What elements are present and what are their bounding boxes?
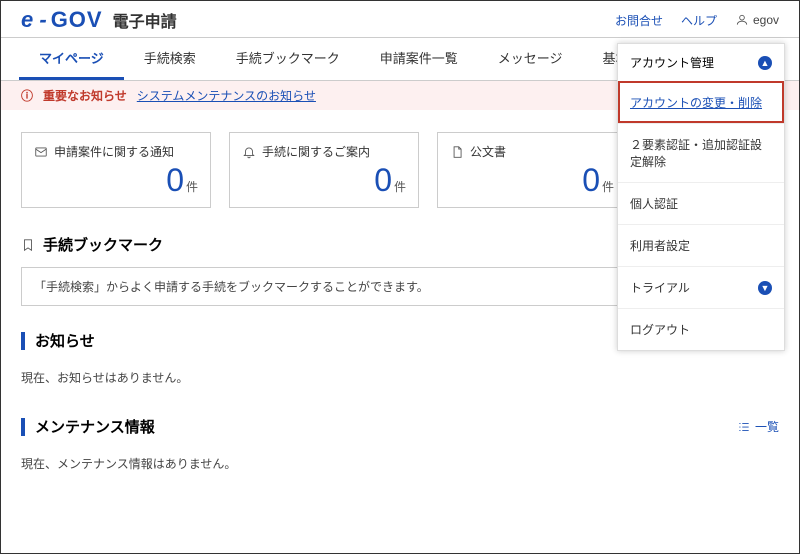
maint-list-link[interactable]: 一覧 <box>737 418 779 435</box>
card-proc-guide[interactable]: 手続に関するご案内 0件 <box>229 132 419 208</box>
document-icon <box>450 145 464 159</box>
menu-item-label: 利用者設定 <box>630 237 690 254</box>
tab-messages[interactable]: メッセージ <box>478 38 583 80</box>
logo-e: e - <box>21 7 47 33</box>
user-menu[interactable]: egov <box>735 13 779 27</box>
card-count: 0 <box>374 162 392 198</box>
card-count: 0 <box>582 162 600 198</box>
tab-mypage[interactable]: マイページ <box>19 38 124 80</box>
card-label: 手続に関するご案内 <box>262 143 370 160</box>
card-unit: 件 <box>186 180 198 194</box>
chevron-down-icon: ▼ <box>758 281 772 295</box>
card-unit: 件 <box>394 180 406 194</box>
bookmark-icon <box>21 238 35 252</box>
news-body: 現在、お知らせはありません。 <box>21 351 779 392</box>
menu-item-label: ログアウト <box>630 321 690 338</box>
maint-title: メンテナンス情報 <box>35 416 155 437</box>
card-official-docs[interactable]: 公文書 0件 <box>437 132 627 208</box>
notice-label: 重要なお知らせ <box>43 87 127 104</box>
user-icon <box>735 13 749 27</box>
card-count: 0 <box>166 162 184 198</box>
tab-apps[interactable]: 申請案件一覧 <box>360 38 478 80</box>
notice-link[interactable]: システムメンテナンスのお知らせ <box>137 87 316 104</box>
account-menu-header[interactable]: アカウント管理 ▲ <box>618 44 784 81</box>
card-label: 公文書 <box>470 143 506 160</box>
card-label: 申請案件に関する通知 <box>54 143 174 160</box>
list-link-label: 一覧 <box>755 418 779 435</box>
menu-item-personal-auth[interactable]: 個人認証 <box>618 182 784 224</box>
list-icon <box>737 420 751 434</box>
menu-item-label: トライアル <box>630 279 690 296</box>
section-marker-icon <box>21 418 25 436</box>
menu-item-label: アカウントの変更・削除 <box>630 94 762 111</box>
logo[interactable]: e - GOV 電子申請 <box>21 7 177 33</box>
help-link[interactable]: ヘルプ <box>681 12 717 29</box>
account-menu-panel: アカウント管理 ▲ アカウントの変更・削除 ２要素認証・追加認証設定解除 個人認… <box>617 43 785 351</box>
warning-icon: ⓘ <box>21 87 33 104</box>
header: e - GOV 電子申請 お問合せ ヘルプ egov <box>1 1 799 38</box>
chevron-up-icon: ▲ <box>758 56 772 70</box>
maint-body: 現在、メンテナンス情報はありません。 <box>21 437 779 478</box>
card-unit: 件 <box>602 180 614 194</box>
account-menu-title: アカウント管理 <box>630 54 714 71</box>
tab-search[interactable]: 手続検索 <box>124 38 216 80</box>
section-marker-icon <box>21 332 25 350</box>
card-app-notify[interactable]: 申請案件に関する通知 0件 <box>21 132 211 208</box>
bell-icon <box>242 145 256 159</box>
menu-item-user-settings[interactable]: 利用者設定 <box>618 224 784 266</box>
menu-item-label: 個人認証 <box>630 195 678 212</box>
tab-bookmark[interactable]: 手続ブックマーク <box>216 38 360 80</box>
menu-item-label: ２要素認証・追加認証設定解除 <box>630 136 772 170</box>
mail-icon <box>34 145 48 159</box>
bookmark-title: 手続ブックマーク <box>43 234 163 255</box>
menu-item-logout[interactable]: ログアウト <box>618 308 784 350</box>
news-title: お知らせ <box>35 330 95 351</box>
menu-item-trial[interactable]: トライアル ▼ <box>618 266 784 308</box>
logo-gov: GOV <box>51 7 103 33</box>
username: egov <box>753 13 779 27</box>
contact-link[interactable]: お問合せ <box>615 12 663 29</box>
menu-item-edit-delete[interactable]: アカウントの変更・削除 <box>618 81 784 123</box>
menu-item-mfa[interactable]: ２要素認証・追加認証設定解除 <box>618 123 784 182</box>
logo-subtitle: 電子申請 <box>113 8 177 32</box>
maintenance-section: メンテナンス情報 一覧 現在、メンテナンス情報はありません。 <box>1 398 799 484</box>
